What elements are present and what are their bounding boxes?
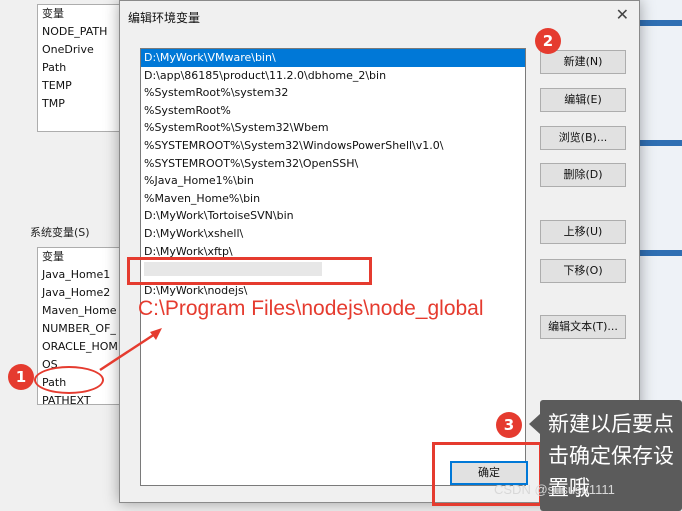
path-item[interactable]: %SYSTEMROOT%\System32\WindowsPowerShell\…	[141, 137, 525, 155]
path-item[interactable]: D:\MyWork\xshell\	[141, 225, 525, 243]
step-badge-3: 3	[496, 412, 522, 438]
edit-button[interactable]: 编辑(E)	[540, 88, 626, 112]
list-item[interactable]: PATHEXT	[38, 392, 120, 404]
path-highlight-ellipse	[34, 366, 104, 394]
list-item[interactable]: NODE_PATH	[38, 23, 120, 41]
list-item[interactable]: ORACLE_HOM	[38, 338, 120, 356]
path-item[interactable]: D:\MyWork\TortoiseSVN\bin	[141, 207, 525, 225]
move-down-button[interactable]: 下移(O)	[540, 259, 626, 283]
system-variables-header: 变量	[42, 250, 64, 263]
new-entry-highlight-box	[127, 257, 372, 285]
step-badge-1: 1	[8, 364, 34, 390]
path-item[interactable]: %SystemRoot%	[141, 102, 525, 120]
blue-accent-bar	[640, 250, 682, 256]
path-item[interactable]: %SystemRoot%\System32\Wbem	[141, 119, 525, 137]
watermark: CSDN @sususu1111	[494, 482, 615, 497]
new-button[interactable]: 新建(N)	[540, 50, 626, 74]
browse-button[interactable]: 浏览(B)...	[540, 126, 626, 150]
user-variables-list[interactable]: 变量 NODE_PATH OneDrive Path TEMP TMP	[37, 4, 121, 132]
system-variables-label: 系统变量(S)	[30, 226, 90, 239]
list-item[interactable]: TEMP	[38, 77, 120, 95]
blue-accent-bar	[640, 140, 682, 146]
list-item[interactable]: Java_Home2	[38, 284, 120, 302]
dialog-title: 编辑环境变量	[128, 11, 201, 25]
new-path-annotation: C:\Program Files\nodejs\node_global	[138, 297, 484, 320]
edit-text-button[interactable]: 编辑文本(T)...	[540, 315, 626, 339]
list-item[interactable]: Java_Home1	[38, 266, 120, 284]
list-item[interactable]: Maven_Home	[38, 302, 120, 320]
path-item[interactable]: D:\MyWork\VMware\bin\	[141, 49, 525, 67]
user-variables-header: 变量	[42, 7, 64, 20]
close-icon[interactable]: ✕	[616, 5, 629, 24]
move-up-button[interactable]: 上移(U)	[540, 220, 626, 244]
path-item[interactable]: %SystemRoot%\system32	[141, 84, 525, 102]
list-item[interactable]: OneDrive	[38, 41, 120, 59]
path-item[interactable]: %SYSTEMROOT%\System32\OpenSSH\	[141, 155, 525, 173]
step-badge-2: 2	[535, 28, 561, 54]
list-item[interactable]: TMP	[38, 95, 120, 113]
delete-button[interactable]: 删除(D)	[540, 163, 626, 187]
blue-accent-bar	[640, 20, 682, 26]
path-item[interactable]: %Java_Home1%\bin	[141, 172, 525, 190]
list-item[interactable]: Path	[38, 59, 120, 77]
path-item[interactable]: D:\app\86185\product\11.2.0\dbhome_2\bin	[141, 67, 525, 85]
path-item[interactable]: %Maven_Home%\bin	[141, 190, 525, 208]
list-item[interactable]: NUMBER_OF_	[38, 320, 120, 338]
